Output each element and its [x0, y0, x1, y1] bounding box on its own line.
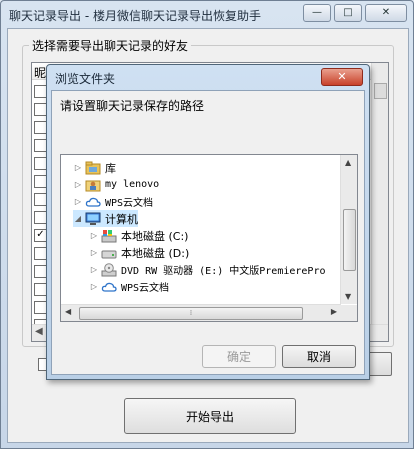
tree-vertical-scrollbar[interactable]: ▲ ▼: [340, 155, 357, 304]
scroll-thumb[interactable]: [343, 209, 356, 271]
tree-node[interactable]: ▷ 库: [73, 159, 116, 176]
scroll-corner: [341, 305, 357, 321]
system-drive-icon: [101, 229, 117, 243]
browse-folder-dialog: 浏览文件夹 ✕ 请设置聊天记录保存的路径 ▷ 库 ▷ my lenovo ▷ WPS云文档…: [46, 64, 370, 380]
scroll-thumb[interactable]: ⁞: [79, 307, 303, 320]
tree-node-label: my lenovo: [105, 179, 160, 190]
tree-node-label: 库: [105, 161, 116, 175]
tree-node[interactable]: ▷ DVD RW 驱动器 (E:) 中文版PremierePro: [89, 261, 326, 278]
maximize-icon: □: [343, 7, 353, 18]
expand-arrow-icon[interactable]: ▷: [89, 282, 99, 291]
window-title: 聊天记录导出 - 楼月微信聊天记录导出恢复助手: [9, 9, 261, 23]
tree-horizontal-scrollbar[interactable]: ◀ ⁞ ▶: [61, 304, 341, 321]
window-controls: — □ ✕: [303, 4, 407, 22]
expand-arrow-icon[interactable]: ▷: [89, 231, 99, 240]
scroll-thumb[interactable]: [374, 83, 387, 99]
tree-node-label: 计算机: [105, 212, 138, 226]
expand-arrow-icon[interactable]: ▷: [89, 248, 99, 257]
friends-group-label: 选择需要导出聊天记录的好友: [29, 37, 192, 54]
tree-node-label: DVD RW 驱动器 (E:) 中文版PremierePro: [121, 266, 326, 277]
close-button[interactable]: ✕: [365, 4, 407, 22]
scroll-left-icon[interactable]: ◀: [35, 326, 43, 337]
tree-node-label: WPS云文档: [105, 198, 154, 209]
maximize-button[interactable]: □: [334, 4, 362, 22]
ok-button[interactable]: 确定: [202, 345, 276, 368]
minimize-icon: —: [312, 7, 322, 18]
column-header-nickname: 昵: [34, 66, 47, 80]
minimize-button[interactable]: —: [303, 4, 331, 22]
cancel-button[interactable]: 取消: [282, 345, 356, 368]
library-folder-icon: [85, 161, 101, 175]
tree-node[interactable]: ▷ WPS云文档: [89, 278, 169, 295]
tree-node-label: 本地磁盘 (D:): [121, 246, 190, 260]
scroll-left-icon[interactable]: ◀: [65, 307, 71, 316]
tree-node[interactable]: ▷ WPS云文档: [73, 193, 153, 210]
scroll-up-icon[interactable]: ▲: [345, 158, 351, 167]
dialog-client-area: 请设置聊天记录保存的路径 ▷ 库 ▷ my lenovo ▷ WPS云文档 ◢ 计算机 ▷ 本地磁…: [51, 90, 365, 375]
expand-arrow-icon[interactable]: ▷: [89, 265, 99, 274]
expand-arrow-icon[interactable]: ▷: [73, 180, 83, 189]
dialog-close-button[interactable]: ✕: [321, 68, 363, 86]
cloud-icon: [101, 280, 117, 294]
tree-node[interactable]: ◢ 计算机: [73, 210, 138, 227]
dialog-prompt: 请设置聊天记录保存的路径: [60, 99, 205, 113]
dvd-drive-icon: [101, 262, 117, 277]
expand-arrow-icon[interactable]: ▷: [73, 197, 83, 206]
computer-icon: [85, 212, 101, 226]
user-folder-icon: [85, 178, 101, 192]
folder-tree[interactable]: ▷ 库 ▷ my lenovo ▷ WPS云文档 ◢ 计算机 ▷ 本地磁盘 (C:) ▷ 本地磁盘 (…: [60, 154, 358, 322]
dialog-title: 浏览文件夹: [55, 72, 116, 86]
close-icon: ✕: [381, 7, 391, 18]
scroll-down-icon[interactable]: ▼: [345, 292, 351, 301]
hard-drive-icon: [101, 246, 117, 260]
scroll-right-icon[interactable]: ▶: [331, 307, 337, 316]
expand-arrow-icon[interactable]: ▷: [73, 163, 83, 172]
collapse-arrow-icon[interactable]: ◢: [73, 214, 83, 223]
close-icon: ✕: [337, 70, 347, 83]
title-bar[interactable]: 聊天记录导出 - 楼月微信聊天记录导出恢复助手 — □ ✕: [1, 1, 413, 28]
tree-node[interactable]: ▷ my lenovo: [73, 176, 159, 193]
list-vertical-scrollbar[interactable]: [371, 63, 388, 341]
tree-node-label: WPS云文档: [121, 283, 170, 294]
tree-node[interactable]: ▷ 本地磁盘 (D:): [89, 244, 189, 261]
tree-node[interactable]: ▷ 本地磁盘 (C:): [89, 227, 188, 244]
tree-node-label: 本地磁盘 (C:): [121, 229, 189, 243]
start-export-button[interactable]: 开始导出: [124, 398, 296, 434]
cloud-icon: [85, 195, 101, 209]
